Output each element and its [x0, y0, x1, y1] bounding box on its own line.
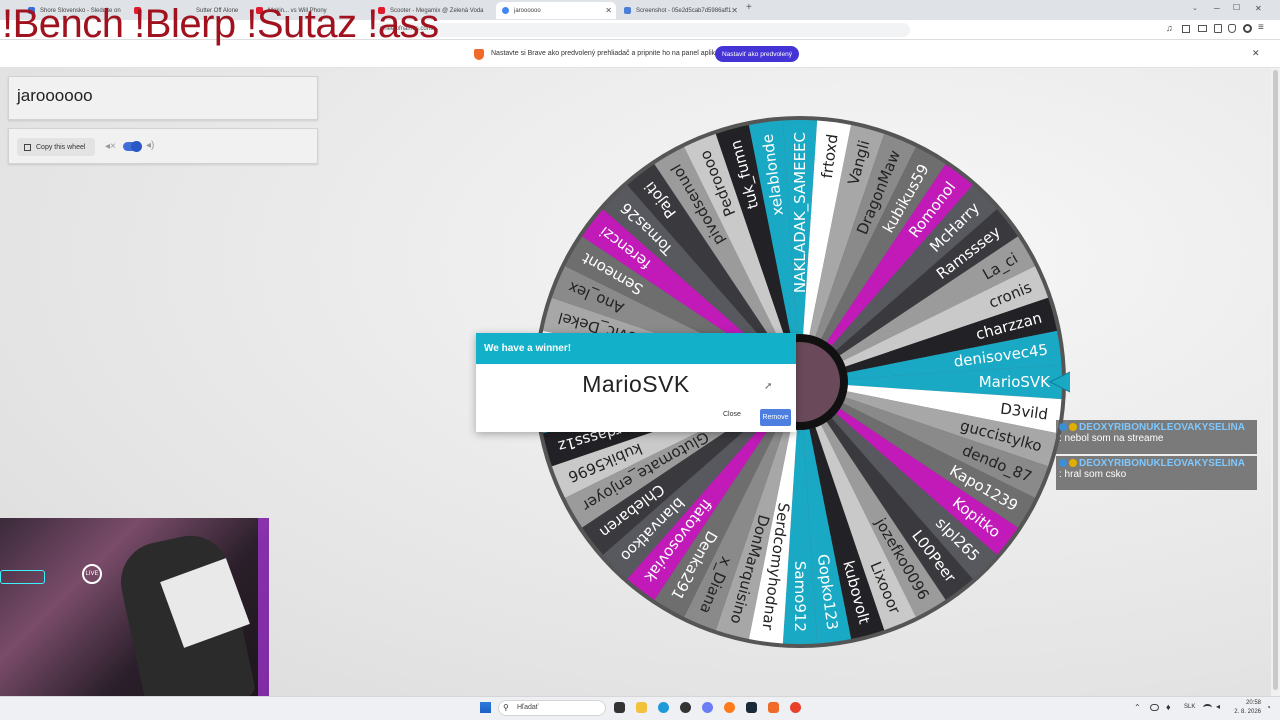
chat-text: : hral som csko [1059, 469, 1127, 480]
wheel-title-panel: jaroooooo [8, 76, 318, 120]
sidebar-icon[interactable] [1182, 25, 1190, 33]
wheel-name-label: Samo912 [791, 561, 809, 632]
set-default-button[interactable]: Nastaviť ako predvolený [715, 46, 799, 62]
close-tab-icon[interactable]: ✕ [605, 6, 612, 15]
sound-toggle[interactable] [123, 141, 142, 152]
chat-message: DEOXYRIBONUKLEOVAKYSELINA : nebol som na… [1056, 420, 1257, 454]
chat-text: : nebol som na streame [1059, 433, 1164, 444]
close-window-button[interactable]: ✕ [1255, 4, 1262, 13]
menu-icon[interactable]: ≡ [1258, 22, 1264, 33]
remove-button[interactable]: Remove [760, 409, 791, 426]
clock-date[interactable]: 2. 8. 2026 [1229, 709, 1261, 715]
wallet-icon[interactable] [1198, 25, 1207, 32]
badge-icon [1059, 423, 1067, 431]
language-indicator[interactable]: SLK [1184, 704, 1195, 710]
tray-app-icon[interactable] [1150, 704, 1159, 711]
file-explorer-icon[interactable] [636, 702, 647, 713]
app-icon[interactable] [790, 702, 801, 713]
tab-active[interactable]: jaroooooo ✕ [496, 2, 616, 19]
extensions-icon[interactable] [1214, 24, 1222, 33]
neon-light [258, 518, 269, 720]
discord-icon[interactable] [702, 702, 713, 713]
music-icon[interactable]: ♫ [1166, 23, 1173, 33]
mouse-cursor-icon: ➚ [764, 381, 773, 392]
brave-logo-icon [474, 49, 484, 60]
copy-wheel-button[interactable]: Copy this wheel [17, 138, 95, 156]
infobar-text: Nastavte si Brave ako predvolený prehlia… [491, 50, 727, 57]
google-icon [502, 7, 509, 14]
taskbar-search[interactable]: Hľadať [498, 700, 606, 716]
url-field[interactable]: wheelofnames.com/... [370, 23, 910, 37]
steam-icon[interactable] [746, 702, 757, 713]
notification-icon[interactable]: ◔ [1266, 703, 1271, 712]
task-view-icon[interactable] [614, 702, 625, 713]
badge-icon [1069, 423, 1077, 431]
firefox-icon[interactable] [724, 702, 735, 713]
copy-icon [24, 143, 31, 151]
neon-sign [0, 570, 45, 584]
maximize-button[interactable]: ☐ [1233, 3, 1240, 12]
winner-dialog: We have a winner! MarioSVK Close Remove [476, 333, 796, 432]
clock-time[interactable]: 20:58 [1233, 700, 1261, 706]
profile-icon[interactable] [1243, 24, 1252, 33]
dialog-heading: We have a winner! [476, 333, 796, 364]
new-tab-button[interactable]: + [746, 2, 752, 13]
chat-message: DEOXYRIBONUKLEOVAKYSELINA : hral som csk… [1056, 456, 1257, 490]
vpn-icon[interactable] [1228, 24, 1236, 33]
toggle-knob [131, 141, 142, 152]
windows-start-icon[interactable] [480, 702, 491, 713]
badge-icon [1059, 459, 1067, 467]
badge-icon [1069, 459, 1077, 467]
tab-search-icon[interactable]: ⌄ [1192, 4, 1198, 12]
speaker-icon[interactable]: ◂ [1216, 702, 1220, 711]
wheel-tools-panel: Copy this wheel ◂× ◂) [8, 128, 318, 164]
mute-icon[interactable]: ◂× [105, 141, 116, 152]
tab-favicon-icon [624, 7, 631, 14]
search-icon: ⚲ [503, 703, 509, 712]
close-button[interactable]: Close [723, 411, 741, 418]
live-badge: LIVE [82, 564, 102, 584]
tab-6[interactable]: Screenshot - 05e2d5cab7d5986aff1 ✕ [618, 2, 742, 19]
stream-overlay-title: !Bench !Blerp !Sutaz !ass [2, 2, 439, 46]
volume-icon[interactable]: ◂) [146, 140, 154, 151]
chat-username: DEOXYRIBONUKLEOVAKYSELINA [1079, 422, 1245, 433]
brave-icon[interactable] [768, 702, 779, 713]
wifi-icon[interactable] [1203, 704, 1212, 711]
wheel-name-label: MarioSVK [979, 373, 1051, 391]
edge-icon[interactable] [658, 702, 669, 713]
webcam-overlay: LIVE [0, 518, 269, 720]
scrollbar-thumb[interactable] [1273, 70, 1278, 690]
microphone-icon[interactable]: ♦ [1166, 702, 1171, 712]
close-tab-icon[interactable]: ✕ [731, 6, 738, 15]
minimize-button[interactable]: ─ [1214, 4, 1220, 13]
winner-name: MarioSVK [582, 371, 690, 397]
wheel-name-label: NAKLADAK_SAMEEEC [791, 132, 810, 293]
app-icon[interactable] [680, 702, 691, 713]
close-infobar-icon[interactable]: ✕ [1252, 48, 1260, 59]
wheel-title[interactable]: jaroooooo [17, 86, 93, 106]
tray-chevron-icon[interactable]: ⌃ [1134, 703, 1141, 712]
chat-username: DEOXYRIBONUKLEOVAKYSELINA [1079, 458, 1245, 469]
